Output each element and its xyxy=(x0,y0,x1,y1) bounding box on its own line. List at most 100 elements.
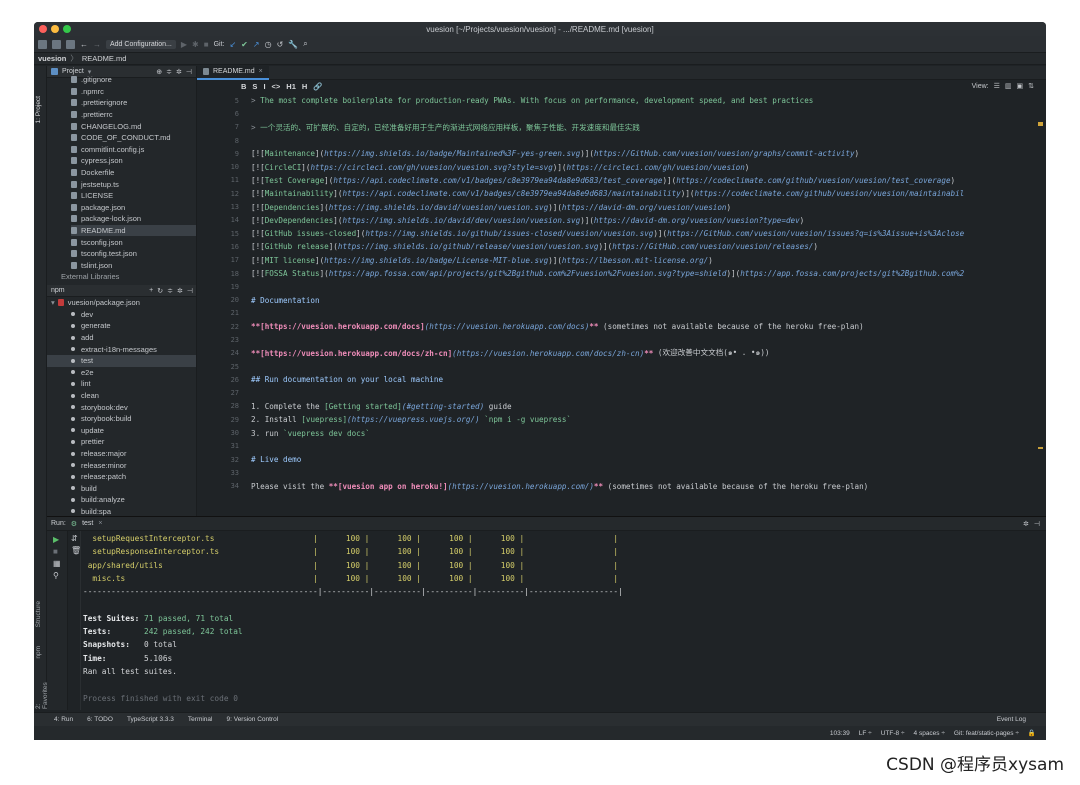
warning-marker[interactable] xyxy=(1038,122,1043,126)
npm-script-item[interactable]: dev xyxy=(47,309,196,321)
breadcrumb-project[interactable]: vuesion xyxy=(38,54,66,63)
npm-script-item[interactable]: lint xyxy=(47,378,196,390)
tab-readme[interactable]: README.md × xyxy=(197,66,269,80)
restore-icon[interactable]: ⇵ xyxy=(71,534,80,543)
file-item[interactable]: cypress.json xyxy=(71,155,196,167)
file-item[interactable]: package.json xyxy=(71,202,196,214)
markdown-format-button[interactable]: 🔗 xyxy=(313,82,322,91)
file-item[interactable]: README.md xyxy=(71,224,196,237)
bottom-tool-tab[interactable]: Terminal xyxy=(188,716,213,723)
minimize-window-button[interactable] xyxy=(51,25,59,33)
markdown-format-button[interactable]: I xyxy=(263,82,265,91)
git-commit-icon[interactable]: ✔ xyxy=(241,40,248,49)
markdown-format-button[interactable]: B xyxy=(241,82,246,91)
revert-icon[interactable]: ↺ xyxy=(277,40,284,49)
editor-only-icon[interactable]: ☰ xyxy=(994,82,1000,90)
file-item[interactable]: CHANGELOG.md xyxy=(71,120,196,132)
expand-arrow-icon[interactable]: ▾ xyxy=(51,298,55,307)
preview-only-icon[interactable]: ▣ xyxy=(1017,82,1024,90)
npm-root-item[interactable]: ▾ vuesion/package.json xyxy=(47,297,196,309)
close-tab-icon[interactable]: × xyxy=(259,68,263,75)
event-log-button[interactable]: Event Log xyxy=(997,716,1026,723)
project-tool-tab[interactable]: 1: Project xyxy=(35,96,42,123)
back-arrow-icon[interactable]: ← xyxy=(80,40,88,49)
file-item[interactable]: .npmrc xyxy=(71,86,196,98)
npm-script-item[interactable]: prettier xyxy=(47,436,196,448)
git-update-icon[interactable]: ↙ xyxy=(229,40,236,49)
locate-icon[interactable]: ⊕ xyxy=(156,68,162,76)
git-branch[interactable]: Git: feat/static-pages ÷ xyxy=(954,730,1019,737)
project-view-dropdown[interactable]: Project xyxy=(62,68,84,75)
run-gear-icon[interactable]: ✲ xyxy=(1023,520,1029,528)
hide-icon[interactable]: ⊣ xyxy=(186,68,192,76)
sync-icon[interactable] xyxy=(66,39,75,49)
file-item[interactable]: LICENSE xyxy=(71,190,196,202)
file-item[interactable]: .gitignore xyxy=(71,74,196,86)
file-item[interactable]: .prettierrc xyxy=(71,109,196,121)
npm-script-item[interactable]: build:spa xyxy=(47,506,196,516)
code-area[interactable]: 5 > The most complete boilerplate for pro… xyxy=(197,94,1046,493)
file-item[interactable]: tsconfig.json xyxy=(71,236,196,248)
structure-tool-tab[interactable]: Structure xyxy=(35,601,42,627)
npm-script-item[interactable]: storybook:dev xyxy=(47,401,196,413)
collapse-icon[interactable]: ≑ xyxy=(166,68,172,76)
bottom-tool-tab[interactable]: 6: TODO xyxy=(87,716,113,723)
pin-icon[interactable]: ⚲ xyxy=(53,571,67,580)
bottom-tool-tab[interactable]: 4: Run xyxy=(54,716,73,723)
search-icon[interactable]: ⌕ xyxy=(303,39,307,49)
npm-script-item[interactable]: generate xyxy=(47,320,196,332)
stop-run-icon[interactable]: ■ xyxy=(53,547,67,556)
line-separator[interactable]: LF ÷ xyxy=(859,730,872,737)
npm-script-item[interactable]: extract-i18n-messages xyxy=(47,343,196,355)
breadcrumb-file[interactable]: README.md xyxy=(82,54,127,63)
file-item[interactable]: jestsetup.ts xyxy=(71,178,196,190)
npm-hide-icon[interactable]: ⊣ xyxy=(187,287,193,295)
add-icon[interactable]: + xyxy=(149,287,153,294)
file-item[interactable]: commitlint.config.js xyxy=(71,144,196,156)
npm-script-item[interactable]: clean xyxy=(47,390,196,402)
file-item[interactable]: CODE_OF_CONDUCT.md xyxy=(71,132,196,144)
chevron-down-icon[interactable]: ▾ xyxy=(88,68,92,76)
rerun-icon[interactable]: ▶ xyxy=(53,535,67,544)
close-window-button[interactable] xyxy=(39,25,47,33)
gear-icon[interactable]: ✲ xyxy=(176,68,182,76)
history-icon[interactable]: ◷ xyxy=(265,40,272,49)
npm-tool-tab[interactable]: npm xyxy=(35,646,42,659)
trash-icon[interactable]: 🗑 xyxy=(71,546,81,555)
lock-icon[interactable]: 🔒 xyxy=(1028,729,1036,737)
npm-script-item[interactable]: release:major xyxy=(47,448,196,460)
add-configuration-button[interactable]: Add Configuration... xyxy=(106,39,176,49)
refresh-icon[interactable]: ↻ xyxy=(157,287,163,295)
change-marker[interactable] xyxy=(1038,447,1043,449)
file-item[interactable]: tsconfig.test.json xyxy=(71,248,196,260)
npm-script-item[interactable]: build xyxy=(47,483,196,495)
forward-arrow-icon[interactable]: → xyxy=(93,40,101,49)
bottom-tool-tab[interactable]: 9: Version Control xyxy=(226,716,278,723)
run-tab-test[interactable]: test xyxy=(82,520,93,527)
npm-script-item[interactable]: update xyxy=(47,425,196,437)
markdown-format-button[interactable]: H1 xyxy=(286,82,296,91)
npm-script-item[interactable]: release:minor xyxy=(47,459,196,471)
run-icon[interactable]: ▶ xyxy=(181,40,187,49)
debug-icon[interactable]: ✱ xyxy=(192,40,199,49)
settings-wrench-icon[interactable]: 🔧 xyxy=(288,40,298,49)
sync-scroll-icon[interactable]: ⇅ xyxy=(1028,82,1034,90)
open-folder-icon[interactable] xyxy=(38,39,47,49)
zoom-window-button[interactable] xyxy=(63,25,71,33)
indent-setting[interactable]: 4 spaces ÷ xyxy=(914,730,945,737)
markdown-format-button[interactable]: H xyxy=(302,82,307,91)
close-run-tab-icon[interactable]: × xyxy=(98,520,102,527)
collapse-all-icon[interactable]: ≑ xyxy=(167,287,173,295)
npm-script-item[interactable]: storybook:build xyxy=(47,413,196,425)
run-output[interactable]: setupRequestInterceptor.ts | 100 | 100 |… xyxy=(83,532,623,705)
external-libraries-item[interactable]: External Libraries xyxy=(47,271,196,283)
bottom-tool-tab[interactable]: TypeScript 3.3.3 xyxy=(127,716,174,723)
file-item[interactable]: Dockerfile xyxy=(71,167,196,179)
npm-gear-icon[interactable]: ✲ xyxy=(177,287,183,295)
file-item[interactable]: package-lock.json xyxy=(71,213,196,225)
split-view-icon[interactable]: ▥ xyxy=(1005,82,1012,90)
npm-script-item[interactable]: e2e xyxy=(47,367,196,379)
run-hide-icon[interactable]: ⊣ xyxy=(1034,520,1040,528)
markdown-format-button[interactable]: <> xyxy=(272,82,281,91)
file-encoding[interactable]: UTF-8 ÷ xyxy=(881,730,905,737)
